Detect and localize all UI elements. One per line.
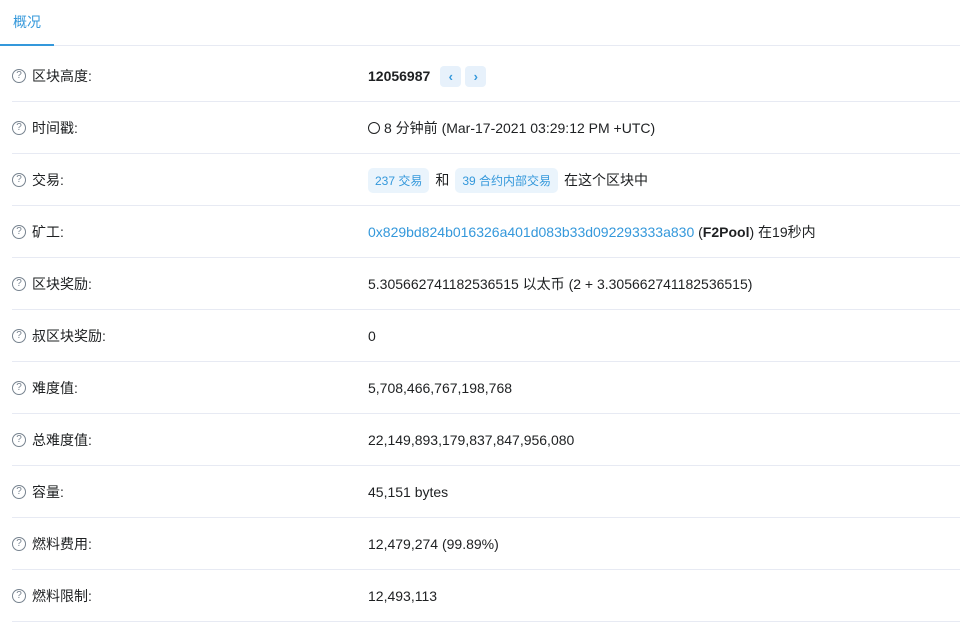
gas-used: 12,479,274 (99.89%): [368, 536, 499, 552]
row-label: ? 难度值:: [12, 362, 78, 414]
miner-address-link[interactable]: 0x829bd824b016326a401d083b33d092293333a8…: [368, 224, 694, 240]
row-label: ? 交易:: [12, 154, 64, 206]
detail-row: ? 叔区块奖励: 0: [12, 310, 960, 362]
internal-tx-link[interactable]: 39 合约内部交易: [455, 167, 559, 193]
row-value: 12056987 ‹ ›: [368, 50, 487, 102]
row-value: 22,149,893,179,837,847,956,080: [368, 414, 574, 466]
label-text: 区块奖励:: [32, 276, 92, 292]
clock-icon: [368, 122, 380, 134]
detail-row: ? 交易: 237 交易和 39 合约内部交易 在这个区块中: [12, 154, 960, 206]
miner-time: 在19秒内: [758, 224, 816, 240]
detail-row: ? 矿工: 0x829bd824b016326a401d083b33d0922933…: [12, 206, 960, 258]
label-text: 总难度值:: [32, 432, 92, 448]
help-icon[interactable]: ?: [12, 433, 26, 447]
timestamp: 8 分钟前 (Mar-17-2021 03:29:12 PM +UTC): [384, 120, 656, 136]
row-label: ? 燃料限制:: [12, 570, 92, 622]
row-label: ? 区块奖励:: [12, 258, 92, 310]
detail-row: ? 燃料限制: 12,493,113: [12, 570, 960, 622]
block-height: 12056987: [368, 68, 431, 84]
label-text: 难度值:: [32, 380, 78, 396]
row-label: ? 总难度值:: [12, 414, 92, 466]
row-value: 45,151 bytes: [368, 466, 448, 518]
row-label: ? 叔区块奖励:: [12, 310, 106, 362]
row-value: 237 交易和 39 合约内部交易 在这个区块中: [368, 154, 648, 206]
miner-name: F2Pool: [702, 224, 750, 240]
label-text: 容量:: [32, 484, 64, 500]
prev-block-button[interactable]: ‹: [440, 65, 462, 87]
row-value: 0: [368, 310, 376, 362]
in-block-text: 在这个区块中: [564, 172, 649, 188]
help-icon[interactable]: ?: [12, 485, 26, 499]
row-value: 5.305662741182536515 以太币 (2 + 3.30566274…: [368, 258, 752, 310]
row-value: 12,479,274 (99.89%): [368, 518, 499, 570]
detail-row: ? 燃料费用: 12,479,274 (99.89%): [12, 518, 960, 570]
and-text: 和: [435, 172, 450, 188]
label-text: 区块高度:: [32, 68, 92, 84]
label-text: 燃料费用:: [32, 536, 92, 552]
row-label: ? 区块高度:: [12, 50, 92, 102]
difficulty: 5,708,466,767,198,768: [368, 380, 513, 396]
detail-row: ? 总难度值: 22,149,893,179,837,847,956,080: [12, 414, 960, 466]
label-text: 叔区块奖励:: [32, 328, 106, 344]
help-icon[interactable]: ?: [12, 329, 26, 343]
row-value: 12,493,113: [368, 570, 437, 622]
uncle-reward: 0: [368, 328, 376, 344]
row-value: 8 分钟前 (Mar-17-2021 03:29:12 PM +UTC): [368, 102, 655, 154]
row-value: 0x829bd824b016326a401d083b33d092293333a8…: [368, 224, 816, 240]
detail-row: ? 容量: 45,151 bytes: [12, 466, 960, 518]
gas-limit: 12,493,113: [368, 588, 438, 604]
detail-row: ? 区块高度: 12056987 ‹ ›: [12, 50, 960, 102]
help-icon[interactable]: ?: [12, 173, 26, 187]
help-icon[interactable]: ?: [12, 69, 26, 83]
help-icon[interactable]: ?: [12, 589, 26, 603]
label-text: 交易:: [32, 172, 64, 188]
row-value: 5,708,466,767,198,768: [368, 362, 512, 414]
row-label: ? 矿工:: [12, 206, 64, 258]
row-label: ? 时间戳:: [12, 102, 78, 154]
help-icon[interactable]: ?: [12, 277, 26, 291]
help-icon[interactable]: ?: [12, 381, 26, 395]
block-reward: 5.305662741182536515 以太币 (2 + 3.30566274…: [368, 276, 753, 292]
detail-row: ? 时间戳: 8 分钟前 (Mar-17-2021 03:29:12 PM +UTC…: [12, 102, 960, 154]
label-text: 燃料限制:: [32, 588, 92, 604]
row-label: ? 燃料费用:: [12, 518, 92, 570]
help-icon[interactable]: ?: [12, 225, 26, 239]
help-icon[interactable]: ?: [12, 121, 26, 135]
help-icon[interactable]: ?: [12, 537, 26, 551]
total-difficulty: 22,149,893,179,837,847,956,080: [368, 432, 575, 448]
tab-overview[interactable]: 概况: [0, 0, 54, 46]
transactions-link[interactable]: 237 交易: [368, 167, 430, 193]
label-text: 矿工:: [32, 224, 64, 240]
next-block-button[interactable]: ›: [465, 65, 487, 87]
label-text: 时间戳:: [32, 120, 78, 136]
size: 45,151 bytes: [368, 484, 449, 500]
tab-bar: 概况: [0, 0, 960, 46]
detail-row: ? 难度值: 5,708,466,767,198,768: [12, 362, 960, 414]
row-label: ? 容量:: [12, 466, 64, 518]
detail-row: ? 区块奖励: 5.305662741182536515 以太币 (2 + 3.30…: [12, 258, 960, 310]
